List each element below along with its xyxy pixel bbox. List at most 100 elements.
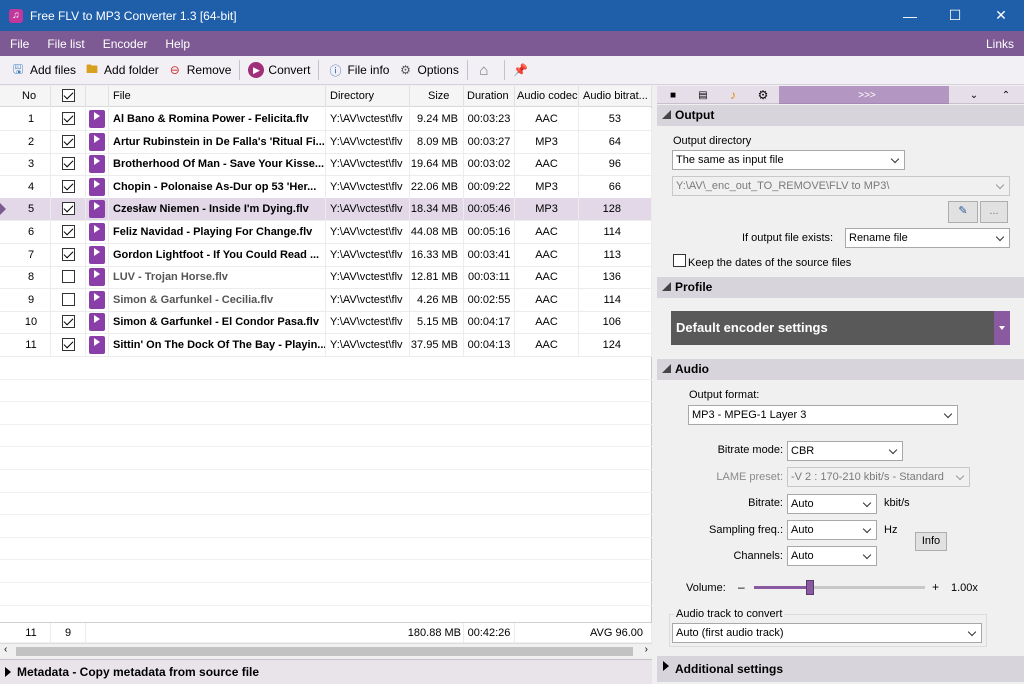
output-directory-mode-select[interactable]: The same as input file — [672, 150, 905, 170]
menu-file-list[interactable]: File list — [37, 37, 92, 51]
table-row[interactable]: 2 Artur Rubinstein in De Falla's 'Ritual … — [0, 130, 652, 154]
table-row[interactable]: 9 Simon & Garfunkel - Cecilia.flv Y:\AV\vc… — [0, 288, 652, 312]
volume-minus-icon[interactable]: – — [738, 580, 745, 594]
row-icon-cell — [86, 288, 109, 311]
column-file[interactable]: File — [109, 86, 326, 107]
scroll-left-icon[interactable]: ‹ — [4, 644, 7, 655]
row-audio-codec: MP3 — [515, 175, 579, 198]
row-number: 11 — [12, 334, 51, 356]
maximize-button[interactable]: ☐ — [932, 0, 978, 31]
row-directory: Y:\AV\vctest\flv — [326, 175, 410, 198]
menu-encoder[interactable]: Encoder — [93, 37, 156, 51]
column-size[interactable]: Size — [410, 86, 464, 107]
more-tabs-button[interactable]: >>> — [847, 86, 887, 104]
row-checkbox[interactable] — [61, 315, 75, 329]
scroll-thumb[interactable] — [16, 647, 633, 656]
home-button[interactable]: ⌂ — [472, 58, 500, 82]
row-checkbox[interactable] — [61, 292, 75, 306]
convert-button[interactable]: ▶ Convert — [244, 58, 314, 82]
profile-section-header[interactable]: Profile — [657, 277, 1024, 298]
gear-tab-icon[interactable]: ⚙ — [751, 86, 775, 104]
column-audio-codec[interactable]: Audio codec — [515, 86, 579, 107]
volume-slider-thumb[interactable] — [806, 580, 815, 595]
row-checkbox[interactable] — [61, 134, 75, 148]
chevron-up-icon[interactable]: ⌃ — [994, 86, 1018, 104]
pin-icon: 📌 — [513, 63, 529, 77]
add-files-button[interactable]: 🖫 Add files — [6, 58, 80, 82]
menu-file[interactable]: File — [0, 37, 37, 51]
file-info-button[interactable]: ⓘ File info — [323, 58, 393, 82]
row-size: 5.15 MB — [410, 311, 464, 334]
row-icon-cell — [86, 198, 109, 221]
edit-folder-button[interactable]: ✎ — [948, 201, 978, 223]
folder-tab-icon[interactable]: ■ — [661, 86, 685, 104]
music-tab-icon[interactable]: ♪ — [721, 86, 745, 104]
window-title: Free FLV to MP3 Converter 1.3 [64-bit] — [30, 8, 237, 23]
remove-button[interactable]: ⊖ Remove — [163, 58, 236, 82]
row-checkbox[interactable] — [61, 202, 75, 216]
row-number: 5 — [12, 198, 51, 221]
browse-button[interactable]: ... — [980, 201, 1008, 223]
bitrate-mode-label: Bitrate mode: — [717, 444, 783, 456]
row-file-name: Brotherhood Of Man - Save Your Kisse... — [109, 153, 326, 176]
horizontal-scrollbar[interactable]: ‹ › — [0, 643, 652, 659]
row-checkbox[interactable] — [61, 225, 75, 238]
column-no[interactable]: No — [12, 86, 51, 107]
scroll-right-icon[interactable]: › — [645, 644, 648, 655]
channels-select[interactable]: Auto — [787, 546, 877, 566]
table-row[interactable]: 5 Czesław Niemen - Inside I'm Dying.flv Y:… — [0, 198, 652, 222]
profile-dropdown-icon[interactable] — [994, 311, 1010, 345]
table-row[interactable]: 7 Gordon Lightfoot - If You Could Read ..… — [0, 243, 652, 267]
check-all-checkbox[interactable] — [61, 89, 75, 102]
column-check-all[interactable] — [51, 86, 86, 107]
row-duration: 00:03:41 — [464, 243, 515, 266]
row-number: 3 — [12, 153, 51, 176]
output-directory-path-field[interactable]: Y:\AV\_enc_out_TO_REMOVE\FLV to MP3\ — [672, 176, 1010, 196]
row-checkbox[interactable] — [61, 270, 75, 284]
row-size: 8.09 MB — [410, 130, 464, 153]
pin-button[interactable]: 📌 — [509, 58, 537, 82]
row-checkbox[interactable] — [61, 247, 75, 261]
volume-plus-icon[interactable]: + — [932, 580, 939, 594]
table-row[interactable]: 6 Feliz Navidad - Playing For Change.flv Y… — [0, 221, 652, 244]
bitrate-mode-select[interactable]: CBR — [787, 441, 903, 461]
row-duration: 00:03:11 — [464, 266, 515, 289]
menu-links[interactable]: Links — [986, 37, 1014, 51]
metadata-section-header[interactable]: Metadata - Copy metadata from source fil… — [0, 659, 652, 684]
column-audio-bitrate[interactable]: Audio bitrat... — [579, 86, 652, 107]
lame-preset-select[interactable]: -V 2 : 170-210 kbit/s - Standard — [787, 467, 970, 487]
bitrate-select[interactable]: Auto — [787, 494, 877, 514]
add-folder-label: Add folder — [104, 63, 159, 77]
column-directory[interactable]: Directory — [326, 86, 410, 107]
row-checkbox[interactable] — [61, 112, 75, 125]
table-row[interactable]: 11 Sittin' On The Dock Of The Bay - Playi… — [0, 334, 652, 357]
output-format-select[interactable]: MP3 - MPEG-1 Layer 3 — [688, 405, 958, 425]
document-tab-icon[interactable]: ▤ — [691, 86, 715, 104]
minimize-button[interactable]: — — [887, 0, 933, 31]
close-button[interactable]: ✕ — [978, 0, 1024, 31]
if-exists-select[interactable]: Rename file — [845, 228, 1010, 248]
volume-slider-track[interactable] — [754, 580, 925, 595]
options-button[interactable]: ⚙ Options — [393, 58, 462, 82]
menu-help[interactable]: Help — [155, 37, 198, 51]
keep-dates-checkbox[interactable] — [673, 254, 686, 267]
sampling-freq-select[interactable]: Auto — [787, 520, 877, 540]
audio-track-select[interactable]: Auto (first audio track) — [672, 623, 982, 643]
additional-settings-header[interactable]: Additional settings — [657, 656, 1024, 682]
info-button[interactable]: Info — [915, 532, 947, 551]
row-checkbox[interactable] — [61, 338, 75, 351]
profile-select[interactable]: Default encoder settings — [671, 311, 1010, 345]
table-row[interactable]: 8 LUV - Trojan Horse.flv Y:\AV\vctest\flv 1… — [0, 266, 652, 290]
add-folder-button[interactable]: 🖿 Add folder — [80, 58, 163, 82]
audio-section-header[interactable]: Audio — [657, 359, 1024, 380]
row-checkbox[interactable] — [61, 157, 75, 171]
output-section-header[interactable]: Output — [657, 105, 1024, 126]
column-duration[interactable]: Duration — [464, 86, 515, 107]
row-checkbox[interactable] — [61, 179, 75, 193]
row-audio-codec: AAC — [515, 334, 579, 356]
chevron-down-icon[interactable]: ⌄ — [962, 86, 986, 104]
table-row[interactable]: 1 Al Bano & Romina Power - Felicita.flv Y:… — [0, 108, 652, 131]
table-row[interactable]: 10 Simon & Garfunkel - El Condor Pasa.flv… — [0, 311, 652, 335]
table-row[interactable]: 4 Chopin - Polonaise As-Dur op 53 'Her...… — [0, 175, 652, 199]
table-row[interactable]: 3 Brotherhood Of Man - Save Your Kisse...… — [0, 153, 652, 177]
